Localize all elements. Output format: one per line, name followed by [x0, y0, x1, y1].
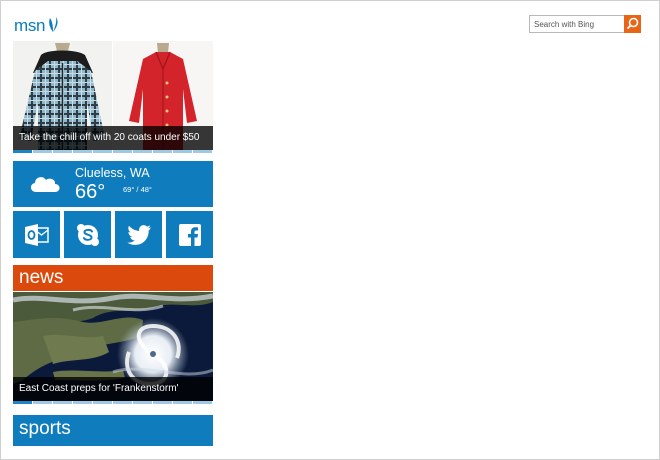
coats-feature-tile[interactable]: Take the chill off with 20 coats under $… — [13, 41, 213, 153]
weather-tile[interactable]: Clueless, WA 66° 69° / 48° — [13, 161, 213, 207]
carousel-dot[interactable] — [93, 150, 113, 153]
logo-text: msn — [14, 16, 46, 35]
carousel-dot[interactable] — [53, 401, 73, 404]
carousel-dot[interactable] — [73, 150, 93, 153]
outlook-icon — [24, 223, 49, 246]
coats-caption: Take the chill off with 20 coats under $… — [13, 126, 213, 150]
carousel-dot[interactable] — [193, 150, 213, 153]
carousel-dot[interactable] — [133, 150, 153, 153]
search-button[interactable] — [624, 15, 641, 33]
sports-section-header[interactable]: sports — [13, 415, 213, 446]
search-box — [529, 15, 641, 33]
carousel-dot[interactable] — [13, 401, 33, 404]
facebook-icon — [178, 223, 201, 246]
carousel-dot[interactable] — [13, 150, 33, 153]
twitter-tile[interactable] — [115, 211, 162, 258]
carousel-dot[interactable] — [173, 150, 193, 153]
outlook-tile[interactable] — [13, 211, 60, 258]
twitter-icon — [126, 224, 151, 245]
carousel-dot[interactable] — [93, 401, 113, 404]
search-icon — [626, 17, 639, 30]
butterfly-icon — [49, 17, 58, 32]
search-input[interactable] — [529, 15, 624, 33]
carousel-dot[interactable] — [133, 401, 153, 404]
carousel-dot[interactable] — [153, 401, 173, 404]
carousel-dot[interactable] — [53, 150, 73, 153]
carousel-dot[interactable] — [73, 401, 93, 404]
weather-city: Clueless, WA — [75, 166, 150, 180]
carousel-dot[interactable] — [33, 150, 53, 153]
carousel-dot[interactable] — [173, 401, 193, 404]
carousel-indicator[interactable] — [13, 150, 213, 153]
carousel-dot[interactable] — [153, 150, 173, 153]
carousel-dot[interactable] — [113, 150, 133, 153]
weather-high-low: 69° / 48° — [123, 185, 152, 194]
cloud-icon — [30, 177, 60, 192]
carousel-dot[interactable] — [113, 401, 133, 404]
carousel-dot[interactable] — [33, 401, 53, 404]
skype-tile[interactable] — [64, 211, 111, 258]
social-tiles — [13, 211, 213, 258]
news-feature-tile[interactable]: East Coast preps for 'Frankenstorm' — [13, 292, 213, 404]
news-caption: East Coast preps for 'Frankenstorm' — [13, 377, 213, 401]
skype-icon — [76, 223, 99, 246]
carousel-indicator[interactable] — [13, 401, 213, 404]
facebook-tile[interactable] — [166, 211, 213, 258]
weather-temperature: 66° — [75, 181, 106, 203]
msn-logo[interactable]: msn — [14, 14, 60, 34]
news-section-header[interactable]: news — [13, 265, 213, 291]
carousel-dot[interactable] — [193, 401, 213, 404]
